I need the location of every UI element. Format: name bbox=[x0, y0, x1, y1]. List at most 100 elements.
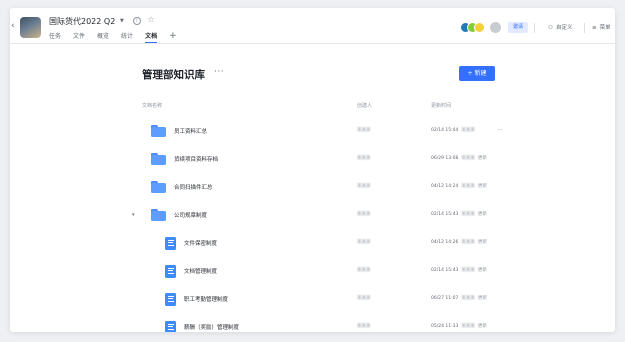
customize-button[interactable]: ⚇ 自定义 bbox=[548, 23, 572, 33]
row-updater: 某某某 bbox=[461, 324, 475, 329]
row-updated-time: 06/29 13:08 某某某 更新 bbox=[431, 156, 487, 162]
divider bbox=[584, 23, 585, 33]
row-time: 05/24 11:33 bbox=[431, 324, 459, 329]
row-updater: 某某某 bbox=[461, 212, 475, 217]
folder-icon bbox=[151, 125, 166, 137]
row-time: 02/14 15:44 bbox=[431, 128, 459, 133]
tab-tasks[interactable]: 任务 bbox=[49, 30, 61, 43]
row-updated-time: 05/24 11:33 某某某 更新 bbox=[431, 324, 487, 330]
row-name: 职工考勤管理制度 bbox=[184, 297, 229, 303]
invite-button[interactable]: 邀请 bbox=[508, 22, 528, 33]
menu-label: 菜单 bbox=[599, 25, 611, 31]
customize-label: 自定义 bbox=[555, 25, 573, 31]
row-updated-time: 02/14 15:43 某某某 更新 bbox=[431, 268, 487, 274]
row-creator: 某某某 bbox=[357, 212, 371, 217]
row-updater: 某某某 bbox=[461, 296, 475, 301]
avatar[interactable] bbox=[490, 22, 501, 33]
column-header-creator: 创建人 bbox=[357, 103, 373, 109]
row-name: 公司规章制度 bbox=[174, 213, 208, 219]
member-avatars[interactable] bbox=[460, 22, 486, 33]
row-creator: 某某某 bbox=[357, 324, 371, 329]
project-avatar bbox=[20, 17, 41, 38]
menu-button[interactable]: ≡ 菜单 bbox=[592, 23, 611, 33]
row-updated-time: 04/12 14:26 某某某 更新 bbox=[431, 240, 487, 246]
user-settings-icon: ⚇ bbox=[548, 25, 553, 31]
page-title: 管理部知识库 bbox=[142, 69, 205, 81]
folder-icon bbox=[151, 153, 166, 165]
row-time: 04/12 14:24 bbox=[431, 184, 459, 189]
document-icon bbox=[165, 292, 176, 306]
table-row[interactable]: 文件保密制度 某某某 04/12 14:26 某某某 更新 bbox=[10, 229, 615, 257]
document-icon bbox=[165, 320, 176, 332]
project-title[interactable]: 国际货代2022 Q2 bbox=[49, 17, 115, 27]
row-name-cell[interactable]: 合同扫描件汇总 bbox=[151, 173, 213, 201]
row-creator: 某某某 bbox=[357, 184, 371, 189]
row-name-cell[interactable]: 公司规章制度 bbox=[151, 201, 207, 229]
row-time: 04/12 14:26 bbox=[431, 240, 459, 245]
row-updater: 某某某 bbox=[461, 128, 475, 133]
table-row[interactable]: 薪酬（奖励）管理制度 某某某 05/24 11:33 某某某 更新 bbox=[10, 313, 615, 332]
chevron-down-icon[interactable]: ▾ bbox=[132, 212, 135, 218]
row-updater: 某某某 bbox=[461, 240, 475, 245]
project-tabs: 任务 文件 概览 统计 文档 + bbox=[49, 30, 177, 43]
row-updated-time: 04/12 14:24 某某某 更新 bbox=[431, 184, 487, 190]
table-row[interactable]: 货续项目资料存档 某某某 06/29 13:08 某某某 更新 bbox=[10, 145, 615, 173]
app-window: ‹ 国际货代2022 Q2 ▼ i ☆ 任务 文件 概览 统计 文档 + 邀请 … bbox=[10, 8, 615, 332]
row-updated-label: 更新 bbox=[477, 240, 487, 245]
row-updated-label: 更新 bbox=[477, 212, 487, 217]
row-name: 货续项目资料存档 bbox=[174, 157, 219, 163]
table-row[interactable]: 合同扫描件汇总 某某某 04/12 14:24 某某某 更新 bbox=[10, 173, 615, 201]
document-icon bbox=[165, 236, 176, 250]
row-creator: 某某某 bbox=[357, 128, 371, 133]
row-updated-label: 更新 bbox=[477, 324, 487, 329]
table-row[interactable]: ▾ 公司规章制度 某某某 02/14 15:43 某某某 更新 bbox=[10, 201, 615, 229]
row-creator: 某某某 bbox=[357, 296, 371, 301]
row-updated-label: 更新 bbox=[477, 156, 487, 161]
chevron-left-icon[interactable]: ‹ bbox=[11, 21, 17, 31]
row-time: 02/14 15:43 bbox=[431, 268, 459, 273]
row-name-cell[interactable]: 货续项目资料存档 bbox=[151, 145, 218, 173]
row-name: 员工资料汇总 bbox=[174, 129, 208, 135]
row-updated-time: 02/14 15:43 某某某 更新 bbox=[431, 212, 487, 218]
table-header: 文档名称 创建人 更新时间 bbox=[142, 101, 492, 111]
folder-icon bbox=[151, 181, 166, 193]
divider bbox=[534, 23, 535, 33]
tab-statistics[interactable]: 统计 bbox=[121, 30, 133, 43]
avatar bbox=[474, 22, 485, 33]
row-name-cell[interactable]: 员工资料汇总 bbox=[151, 117, 207, 145]
table-row[interactable]: 文档管理制度 某某某 02/14 15:43 某某某 更新 bbox=[10, 257, 615, 285]
menu-icon: ≡ bbox=[592, 25, 597, 31]
chevron-down-icon[interactable]: ▼ bbox=[120, 18, 124, 24]
add-tab-icon[interactable]: + bbox=[169, 30, 177, 43]
row-time: 06/29 13:08 bbox=[431, 156, 459, 161]
row-updated-time: 02/14 15:44 某某某 bbox=[431, 128, 478, 134]
table-row[interactable]: 职工考勤管理制度 某某某 06/27 11:07 某某某 更新 bbox=[10, 285, 615, 313]
info-icon[interactable]: i bbox=[133, 17, 141, 25]
row-updated-time: 06/27 11:07 某某某 更新 bbox=[431, 296, 487, 302]
row-creator: 某某某 bbox=[357, 240, 371, 245]
folder-icon bbox=[151, 209, 166, 221]
row-name: 合同扫描件汇总 bbox=[174, 185, 213, 191]
table-row[interactable]: 员工资料汇总 某某某 02/14 15:44 某某某 ··· bbox=[10, 117, 615, 145]
document-icon bbox=[165, 264, 176, 278]
row-name-cell[interactable]: 文档管理制度 bbox=[165, 257, 217, 285]
row-name-cell[interactable]: 文件保密制度 bbox=[165, 229, 217, 257]
new-button[interactable]: + 新建 bbox=[459, 66, 495, 81]
row-name-cell[interactable]: 职工考勤管理制度 bbox=[165, 285, 228, 313]
more-options-icon[interactable]: ··· bbox=[214, 67, 224, 77]
tab-docs[interactable]: 文档 bbox=[145, 30, 158, 43]
project-header: ‹ 国际货代2022 Q2 ▼ i ☆ 任务 文件 概览 统计 文档 + 邀请 … bbox=[10, 8, 615, 44]
tab-files[interactable]: 文件 bbox=[73, 30, 85, 43]
row-name: 文档管理制度 bbox=[184, 269, 218, 275]
row-updated-label: 更新 bbox=[477, 268, 487, 273]
row-creator: 某某某 bbox=[357, 156, 371, 161]
column-header-updated: 更新时间 bbox=[431, 103, 452, 109]
row-creator: 某某某 bbox=[357, 268, 371, 273]
star-icon[interactable]: ☆ bbox=[147, 16, 155, 24]
row-updated-label: 更新 bbox=[477, 296, 487, 301]
row-name-cell[interactable]: 薪酬（奖励）管理制度 bbox=[165, 313, 239, 332]
row-updater: 某某某 bbox=[461, 268, 475, 273]
row-more-icon[interactable]: ··· bbox=[497, 127, 503, 134]
row-updater: 某某某 bbox=[461, 184, 475, 189]
tab-overview[interactable]: 概览 bbox=[97, 30, 109, 43]
